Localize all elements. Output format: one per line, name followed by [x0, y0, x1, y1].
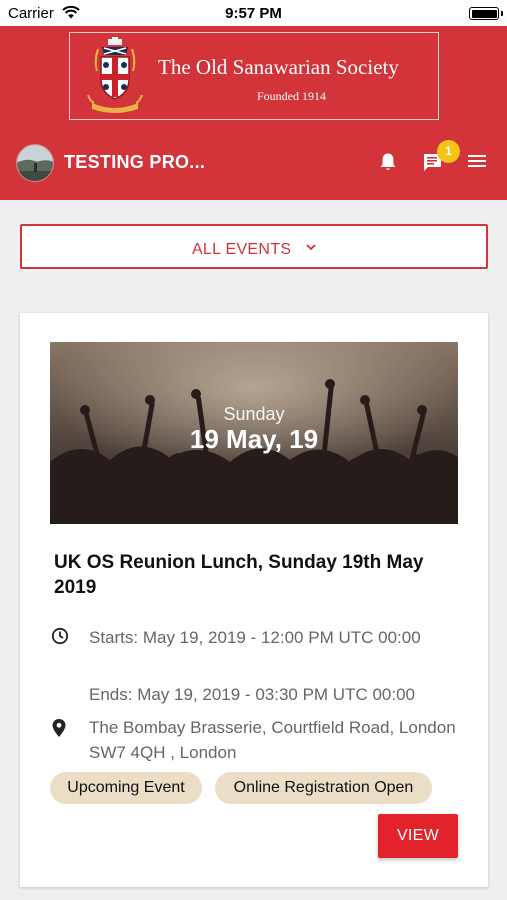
- location-pin-icon: [51, 718, 67, 743]
- avatar[interactable]: [16, 144, 54, 182]
- event-end-time: Ends: May 19, 2019 - 03:30 PM UTC 00:00: [89, 685, 416, 704]
- filter-label-wrap: ALL EVENTS: [22, 238, 486, 259]
- event-filter-dropdown[interactable]: ALL EVENTS: [20, 224, 488, 269]
- society-name: The Old Sanawarian Society: [158, 55, 399, 79]
- event-image-day: Sunday: [223, 404, 285, 424]
- notification-badge: 1: [437, 140, 460, 163]
- bell-icon[interactable]: [379, 152, 397, 177]
- event-card: Sunday 19 May, 19 UK OS Reunion Lunch, S…: [20, 313, 488, 887]
- view-button[interactable]: VIEW: [378, 814, 458, 858]
- event-start-time: Starts: May 19, 2019 - 12:00 PM UTC 00:0…: [89, 628, 421, 647]
- clock-time: 9:57 PM: [225, 5, 282, 22]
- society-crest-logo: [84, 37, 146, 122]
- founded-label: Founded 1914: [257, 89, 326, 103]
- event-image-date: 19 May, 19: [189, 424, 319, 454]
- clock-icon: [51, 627, 69, 650]
- username-label[interactable]: TESTING PRO...: [64, 152, 205, 173]
- status-badge-upcoming: Upcoming Event: [50, 772, 202, 804]
- hamburger-menu-icon[interactable]: [467, 153, 487, 174]
- filter-label: ALL EVENTS: [191, 241, 292, 258]
- event-address: The Bombay Brasserie, Courtfield Road, L…: [89, 718, 456, 762]
- society-banner: The Old Sanawarian Society Founded 1914: [69, 32, 439, 120]
- status-badge-registration: Online Registration Open: [215, 772, 432, 804]
- chevron-down-icon: [306, 238, 316, 256]
- status-bar: Carrier 9:57 PM: [0, 0, 507, 26]
- event-image: Sunday 19 May, 19: [50, 342, 458, 524]
- battery-icon: [469, 7, 503, 20]
- event-title[interactable]: UK OS Reunion Lunch, Sunday 19th May 201…: [54, 550, 464, 600]
- app-header: The Old Sanawarian Society Founded 1914 …: [0, 26, 507, 200]
